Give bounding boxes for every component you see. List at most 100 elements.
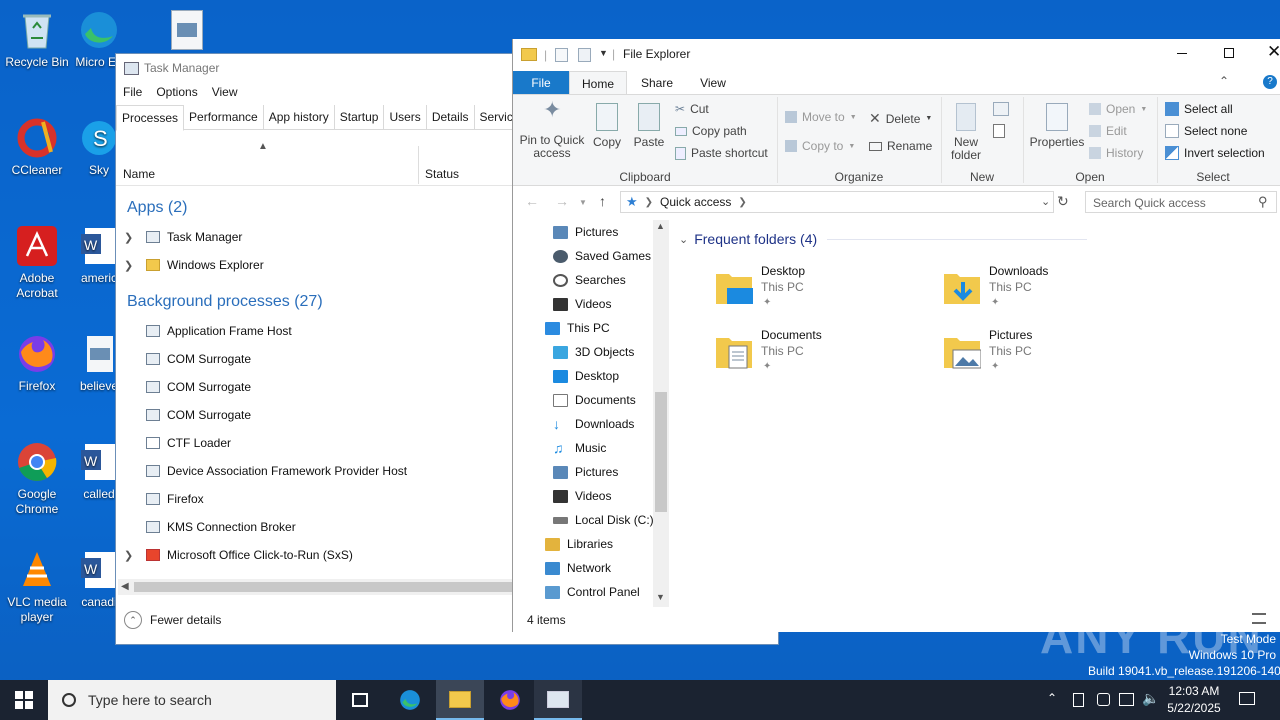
nav-item-downloads[interactable]: ↓ Downloads bbox=[553, 412, 634, 436]
taskbar-search-box[interactable]: Type here to search bbox=[48, 680, 336, 720]
recent-locations-icon[interactable]: ▼ bbox=[579, 198, 587, 207]
tab-share[interactable]: Share bbox=[629, 71, 685, 94]
process-row[interactable]: ❯ Windows Explorer bbox=[116, 251, 516, 279]
search-icon[interactable]: ⚲ bbox=[1258, 194, 1268, 210]
desktop-icon-acrobat[interactable]: Adobe Acrobat bbox=[0, 224, 74, 301]
breadcrumb-quick-access[interactable]: Quick access bbox=[660, 195, 731, 209]
paste-button[interactable]: Paste bbox=[629, 103, 669, 149]
process-row[interactable]: KMS Connection Broker bbox=[116, 513, 516, 541]
history-button[interactable]: History bbox=[1089, 146, 1143, 160]
nav-item-videos[interactable]: Videos bbox=[553, 292, 611, 316]
search-box[interactable]: Search Quick access ⚲ bbox=[1085, 191, 1277, 213]
task-view-button[interactable] bbox=[336, 680, 384, 720]
tab-app-history[interactable]: App history bbox=[264, 105, 335, 130]
fewer-details-button[interactable]: ⌃ Fewer details bbox=[124, 611, 221, 629]
network-icon[interactable] bbox=[1119, 693, 1134, 706]
process-row[interactable]: COM Surrogate bbox=[116, 345, 516, 373]
select-none-button[interactable]: Select none bbox=[1165, 124, 1247, 138]
column-header-name[interactable]: Name bbox=[123, 167, 155, 181]
folder-tile-documents[interactable]: Documents This PC ✦ bbox=[715, 328, 925, 384]
vpn-icon[interactable] bbox=[1097, 693, 1110, 706]
up-arrow-icon[interactable]: ↑ bbox=[599, 193, 606, 209]
invert-selection-button[interactable]: Invert selection bbox=[1165, 146, 1265, 160]
ribbon-collapse-icon[interactable]: ⌃ bbox=[1219, 74, 1229, 88]
scroll-down-icon[interactable]: ▼ bbox=[656, 592, 665, 602]
address-bar[interactable]: ★ ❯ Quick access ❯ ⌄ bbox=[620, 191, 1054, 213]
frequent-folders-header[interactable]: ⌄ Frequent folders (4) bbox=[679, 231, 1088, 247]
taskbar-task-manager[interactable] bbox=[534, 680, 582, 720]
explorer-titlebar[interactable]: | ▼ | File Explorer ✕ bbox=[513, 39, 1280, 71]
desktop-icon-chrome[interactable]: Google Chrome bbox=[0, 440, 74, 517]
taskbar-firefox[interactable] bbox=[486, 680, 534, 720]
menu-options[interactable]: Options bbox=[149, 82, 204, 104]
nav-scrollbar[interactable]: ▲ ▼ bbox=[653, 220, 669, 607]
nav-item-control-panel[interactable]: Control Panel bbox=[545, 580, 640, 604]
nav-item-this-pc[interactable]: This PC bbox=[545, 316, 610, 340]
help-icon[interactable]: ? bbox=[1263, 75, 1277, 89]
notifications-icon[interactable] bbox=[1239, 692, 1255, 705]
tab-home[interactable]: Home bbox=[569, 71, 627, 94]
start-button[interactable] bbox=[0, 680, 48, 720]
scroll-thumb[interactable] bbox=[655, 392, 667, 512]
show-hidden-icons-chevron-icon[interactable]: ⌃ bbox=[1047, 691, 1057, 705]
column-header-status[interactable]: Status bbox=[425, 167, 459, 181]
new-item-icon[interactable] bbox=[993, 102, 1009, 116]
copy-to-button[interactable]: Copy to ▼ bbox=[785, 139, 855, 153]
back-arrow-icon[interactable]: ← bbox=[525, 193, 539, 209]
volume-icon[interactable]: 🔈 bbox=[1142, 690, 1159, 707]
select-all-button[interactable]: Select all bbox=[1165, 102, 1233, 116]
expand-chevron-icon[interactable]: ❯ bbox=[124, 231, 133, 244]
folder-tile-downloads[interactable]: Downloads This PC ✦ bbox=[943, 264, 1153, 320]
taskbar-edge[interactable] bbox=[386, 680, 434, 720]
copy-button[interactable]: Copy bbox=[589, 103, 625, 149]
properties-qat-icon[interactable] bbox=[555, 48, 568, 62]
clock[interactable]: 12:03 AM 5/22/2025 bbox=[1162, 683, 1226, 717]
menu-view[interactable]: View bbox=[205, 82, 245, 104]
desktop-icon-firefox[interactable]: Firefox bbox=[0, 332, 74, 394]
expand-chevron-icon[interactable]: ❯ bbox=[124, 259, 133, 272]
scroll-left-icon[interactable]: ◀ bbox=[121, 581, 129, 592]
delete-button[interactable]: ✕ Delete ▼ bbox=[869, 110, 932, 127]
nav-item-pictures[interactable]: Pictures bbox=[553, 220, 618, 244]
nav-item-documents[interactable]: Documents bbox=[553, 388, 636, 412]
edit-button[interactable]: Edit bbox=[1089, 124, 1127, 138]
desktop-icon-file[interactable] bbox=[171, 10, 203, 50]
scroll-up-icon[interactable]: ▲ bbox=[656, 221, 665, 231]
device-icon[interactable] bbox=[1073, 693, 1084, 707]
expand-chevron-icon[interactable]: ❯ bbox=[124, 549, 133, 562]
process-row[interactable]: Application Frame Host bbox=[116, 317, 516, 345]
nav-item-saved-games[interactable]: Saved Games bbox=[553, 244, 651, 268]
process-row[interactable]: ❯ Microsoft Office Click-to-Run (SxS) bbox=[116, 541, 516, 569]
menu-file[interactable]: File bbox=[116, 82, 149, 104]
nav-item-pictures-pc[interactable]: Pictures bbox=[553, 460, 618, 484]
maximize-icon[interactable] bbox=[1224, 48, 1234, 58]
properties-button[interactable]: Properties bbox=[1029, 103, 1085, 149]
desktop-icon-recycle-bin[interactable]: Recycle Bin bbox=[0, 8, 74, 70]
tab-processes[interactable]: Processes bbox=[116, 105, 185, 131]
close-icon[interactable]: ✕ bbox=[1267, 42, 1280, 62]
sort-up-icon[interactable]: ▲ bbox=[258, 141, 268, 152]
nav-item-network[interactable]: Network bbox=[545, 556, 611, 580]
folder-tile-pictures[interactable]: Pictures This PC ✦ bbox=[943, 328, 1153, 384]
scroll-thumb[interactable] bbox=[134, 582, 516, 592]
nav-item-videos-pc[interactable]: Videos bbox=[553, 484, 611, 508]
nav-item-3d-objects[interactable]: 3D Objects bbox=[553, 340, 634, 364]
easy-access-icon[interactable] bbox=[993, 124, 1005, 138]
tab-file[interactable]: File bbox=[513, 71, 569, 94]
process-row[interactable]: Firefox bbox=[116, 485, 516, 513]
open-button[interactable]: Open ▼ bbox=[1089, 102, 1147, 116]
file-explorer-window[interactable]: | ▼ | File Explorer ✕ File Home Share Vi… bbox=[512, 39, 1280, 632]
new-folder-button[interactable]: New folder bbox=[947, 103, 985, 162]
minimize-icon[interactable] bbox=[1177, 53, 1187, 54]
tab-performance[interactable]: Performance bbox=[184, 105, 264, 130]
pin-to-quick-access-button[interactable]: ✦ Pin to Quick access bbox=[519, 99, 585, 160]
desktop-icon-ccleaner[interactable]: CCleaner bbox=[0, 116, 74, 178]
tab-details[interactable]: Details bbox=[427, 105, 475, 130]
tab-view[interactable]: View bbox=[685, 71, 741, 94]
nav-item-local-disk[interactable]: Local Disk (C:) bbox=[553, 508, 654, 532]
nav-item-libraries[interactable]: Libraries bbox=[545, 532, 613, 556]
forward-arrow-icon[interactable]: → bbox=[555, 193, 569, 209]
address-dropdown-icon[interactable]: ⌄ bbox=[1041, 195, 1050, 208]
move-to-button[interactable]: Move to ▼ bbox=[785, 110, 857, 124]
new-folder-qat-icon[interactable] bbox=[578, 48, 591, 62]
